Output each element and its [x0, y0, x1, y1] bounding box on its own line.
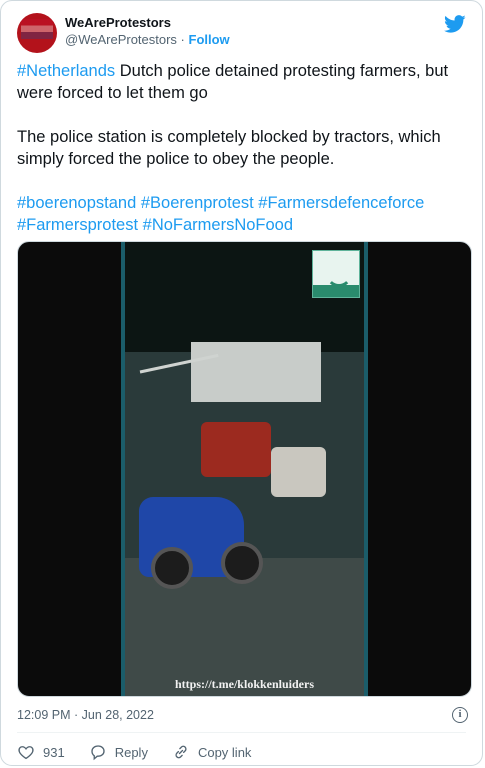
video-player[interactable]: https://t.me/klokkenluiders [17, 241, 472, 697]
hashtag-link[interactable]: #Boerenprotest [141, 194, 254, 212]
tractor-wheel [151, 547, 193, 589]
tractor-wheel [221, 542, 263, 584]
tweet-hashtags: #boerenopstand #Boerenprotest #Farmersde… [17, 192, 469, 236]
hashtag-link[interactable]: #boerenopstand [17, 194, 136, 212]
tweet-header: WeAreProtestors @WeAreProtestors · Follo… [17, 13, 466, 57]
avatar-flag [21, 19, 53, 39]
avatar[interactable] [17, 13, 57, 53]
author-names: WeAreProtestors @WeAreProtestors · Follo… [65, 14, 230, 48]
handle-separator: · [176, 32, 189, 47]
like-button[interactable]: 931 [17, 743, 65, 761]
hashtag-netherlands[interactable]: #Netherlands [17, 62, 115, 80]
author-handle[interactable]: @WeAreProtestors [65, 32, 177, 47]
video-edge-right [364, 242, 368, 696]
author-display-name[interactable]: WeAreProtestors [65, 14, 230, 31]
logo-band [313, 285, 359, 297]
reply-icon [91, 745, 105, 761]
red-tractor [201, 422, 271, 477]
hashtag-link[interactable]: #Farmersdefenceforce [258, 194, 424, 212]
copy-link-button[interactable]: Copy link [172, 743, 251, 761]
smile-logo-icon [326, 261, 352, 287]
reply-button[interactable]: Reply [89, 743, 148, 761]
white-tractor [271, 447, 326, 497]
tweet-timestamp[interactable]: 12:09 PM · Jun 28, 2022 [17, 708, 154, 722]
like-count: 931 [43, 744, 65, 760]
reply-label: Reply [114, 744, 148, 760]
tweet-text: #Netherlands Dutch police detained prote… [17, 60, 469, 236]
tweet-card: WeAreProtestors @WeAreProtestors · Follo… [0, 0, 483, 766]
divider [17, 732, 466, 733]
video-watermark: https://t.me/klokkenluiders [174, 677, 315, 691]
follow-button[interactable]: Follow [189, 32, 230, 47]
heart-icon [18, 746, 34, 760]
tweet-paragraph-2: The police station is completely blocked… [17, 128, 441, 168]
author-handle-row: @WeAreProtestors · Follow [65, 31, 230, 48]
tweet-paragraph-1: #Netherlands Dutch police detained prote… [17, 60, 469, 104]
channel-logo [312, 250, 360, 298]
video-frame: https://t.me/klokkenluiders [121, 242, 368, 696]
info-icon[interactable]: i [452, 707, 468, 723]
copy-link-label: Copy link [197, 744, 252, 760]
video-edge-left [121, 242, 125, 696]
tweet-actions: 931 Reply Copy link [17, 742, 275, 762]
hashtag-link[interactable]: #NoFarmersNoFood [143, 216, 293, 234]
hashtag-link[interactable]: #Farmersprotest [17, 216, 138, 234]
link-icon [175, 745, 187, 759]
twitter-bird-icon[interactable] [444, 13, 466, 35]
